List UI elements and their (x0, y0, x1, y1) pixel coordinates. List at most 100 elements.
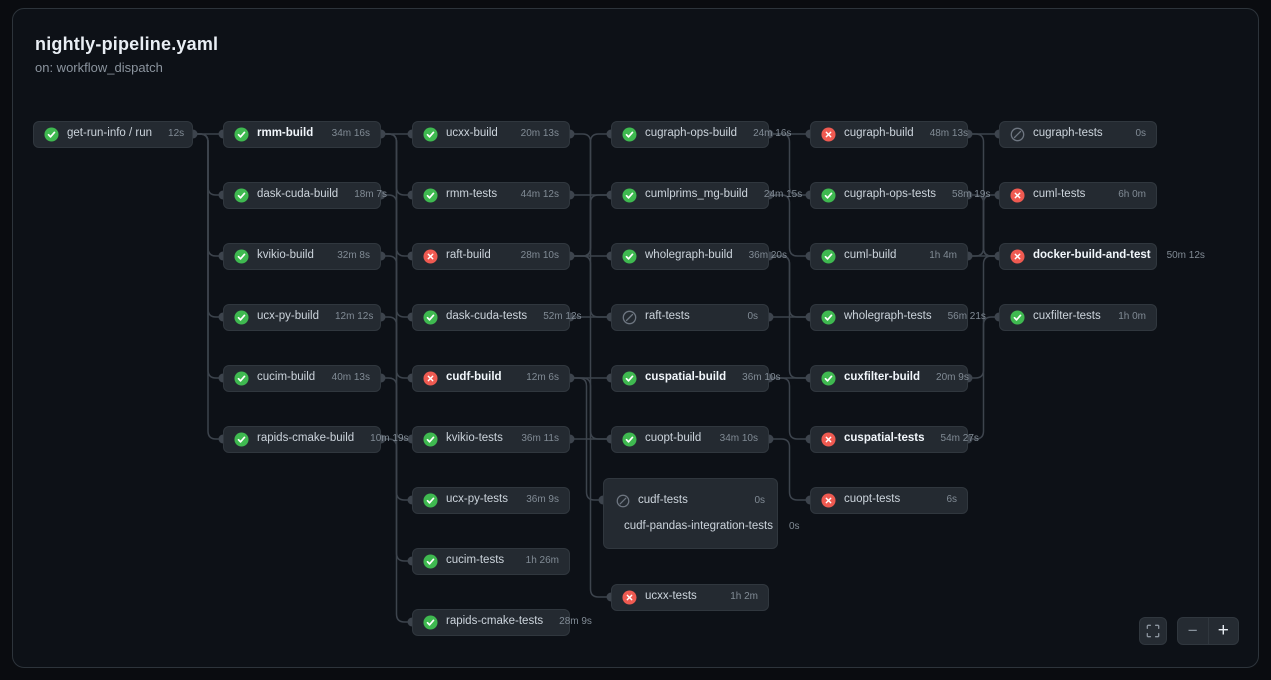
job-node-cuopt-build[interactable]: cuopt-build34m 10s (611, 426, 769, 453)
job-name: cugraph-tests (1033, 128, 1103, 140)
job-node-ucx-py-build[interactable]: ucx-py-build12m 12s (223, 304, 381, 331)
job-node-rmm-build[interactable]: rmm-build34m 16s (223, 121, 381, 148)
job-node-rapids-cmake-build[interactable]: rapids-cmake-build10m 19s (223, 426, 381, 453)
status-success-icon (234, 432, 249, 447)
status-success-icon (622, 249, 637, 264)
job-node-rapids-cmake-tests[interactable]: rapids-cmake-tests28m 9s (412, 609, 570, 636)
job-name: get-run-info / run (67, 128, 152, 140)
job-name: cuopt-tests (844, 494, 900, 506)
status-success-icon (423, 127, 438, 142)
status-success-icon (423, 432, 438, 447)
zoom-out-button[interactable]: − (1178, 618, 1209, 644)
status-success-icon (234, 127, 249, 142)
job-node-kvikio-tests[interactable]: kvikio-tests36m 11s (412, 426, 570, 453)
job-duration: 1h 2m (722, 592, 758, 602)
status-success-icon (821, 310, 836, 325)
job-duration: 0s (781, 522, 800, 532)
job-node-cugraph-ops-build[interactable]: cugraph-ops-build24m 16s (611, 121, 769, 148)
job-node-cuxfilter-tests[interactable]: cuxfilter-tests 1h 0m (999, 304, 1157, 331)
job-duration: 20m 13s (513, 129, 559, 139)
job-duration: 24m 15s (756, 190, 802, 200)
job-node-cucim-build[interactable]: cucim-build 40m 13s (223, 365, 381, 392)
job-node-raft-build[interactable]: raft-build28m 10s (412, 243, 570, 270)
job-duration: 36m 10s (734, 373, 780, 383)
zoom-in-button[interactable]: + (1209, 618, 1239, 644)
job-node-cugraph-build[interactable]: cugraph-build 48m 13s (810, 121, 968, 148)
job-node-cucim-tests[interactable]: cucim-tests1h 26m (412, 548, 570, 575)
job-node-raft-tests[interactable]: raft-tests0s (611, 304, 769, 331)
status-failure-icon (821, 127, 836, 142)
job-name: cuml-tests (1033, 189, 1085, 201)
job-name: rmm-tests (446, 189, 497, 201)
job-duration: 6h 0m (1110, 190, 1146, 200)
job-node-kvikio-build[interactable]: kvikio-build32m 8s (223, 243, 381, 270)
job-node-cuspatial-tests[interactable]: cuspatial-tests54m 27s (810, 426, 968, 453)
job-name: ucxx-tests (645, 591, 697, 603)
status-success-icon (622, 432, 637, 447)
workflow-trigger: on: workflow_dispatch (35, 60, 218, 75)
job-node-cuml-build[interactable]: cuml-build1h 4m (810, 243, 968, 270)
status-success-icon (234, 188, 249, 203)
job-node-wholegraph-tests[interactable]: wholegraph-tests56m 21s (810, 304, 968, 331)
job-name: cucim-build (257, 372, 315, 384)
job-name: raft-build (446, 250, 491, 262)
job-name: cudf-tests (638, 495, 688, 507)
status-success-icon (423, 493, 438, 508)
status-failure-icon (1010, 188, 1025, 203)
job-name: cumlprims_mg-build (645, 189, 748, 201)
job-duration: 24m 16s (745, 129, 791, 139)
job-duration: 36m 20s (741, 251, 787, 261)
status-success-icon (622, 127, 637, 142)
status-success-icon (423, 615, 438, 630)
status-skipped-icon (1010, 127, 1025, 142)
job-duration: 40m 13s (324, 373, 370, 383)
workflow-title: nightly-pipeline.yaml (35, 34, 218, 55)
status-skipped-icon (622, 310, 637, 325)
status-success-icon (44, 127, 59, 142)
job-node-ucx-py-tests[interactable]: ucx-py-tests36m 9s (412, 487, 570, 514)
job-duration: 56m 21s (940, 312, 986, 322)
job-node-cumlprims_mg-build[interactable]: cumlprims_mg-build24m 15s (611, 182, 769, 209)
job-node-cudf-pandas-integration-tests[interactable]: cudf-pandas-integration-tests0s (612, 514, 769, 540)
job-node-rmm-tests[interactable]: rmm-tests 44m 12s (412, 182, 570, 209)
job-duration: 12m 6s (518, 373, 559, 383)
job-node-cuxfilter-build[interactable]: cuxfilter-build20m 9s (810, 365, 968, 392)
job-name: cuspatial-tests (844, 433, 925, 445)
job-duration: 34m 16s (324, 129, 370, 139)
job-name: ucxx-build (446, 128, 498, 140)
job-node-cuml-tests[interactable]: cuml-tests 6h 0m (999, 182, 1157, 209)
job-node-cuspatial-build[interactable]: cuspatial-build36m 10s (611, 365, 769, 392)
job-node-cugraph-tests[interactable]: cugraph-tests0s (999, 121, 1157, 148)
job-name: cuxfilter-tests (1033, 311, 1101, 323)
job-node-wholegraph-build[interactable]: wholegraph-build36m 20s (611, 243, 769, 270)
fullscreen-icon (1146, 624, 1160, 638)
job-duration: 0s (739, 312, 758, 322)
status-failure-icon (622, 590, 637, 605)
job-name: cuopt-build (645, 433, 701, 445)
status-success-icon (423, 188, 438, 203)
status-success-icon (821, 188, 836, 203)
job-name: cuspatial-build (645, 372, 726, 384)
job-duration: 1h 0m (1110, 312, 1146, 322)
job-node-cudf-tests[interactable]: cudf-tests0s (612, 488, 769, 514)
job-duration: 20m 9s (928, 373, 969, 383)
status-success-icon (821, 249, 836, 264)
job-duration: 44m 12s (513, 190, 559, 200)
job-node-cuopt-tests[interactable]: cuopt-tests6s (810, 487, 968, 514)
job-node-dask-cuda-build[interactable]: dask-cuda-build18m 7s (223, 182, 381, 209)
job-duration: 12s (160, 129, 184, 139)
status-failure-icon (423, 371, 438, 386)
job-node-cugraph-ops-tests[interactable]: cugraph-ops-tests58m 19s (810, 182, 968, 209)
job-node-dask-cuda-tests[interactable]: dask-cuda-tests52m 12s (412, 304, 570, 331)
job-name: kvikio-tests (446, 433, 503, 445)
job-name: cugraph-build (844, 128, 914, 140)
job-node-get-run-info[interactable]: get-run-info / run 12s (33, 121, 193, 148)
job-node-ucxx-build[interactable]: ucxx-build 20m 13s (412, 121, 570, 148)
job-duration: 50m 12s (1159, 251, 1205, 261)
fullscreen-button[interactable] (1139, 617, 1167, 645)
nodes-layer: get-run-info / run 12s rmm-build34m 16s das… (0, 0, 1271, 680)
job-node-docker-build-and-test[interactable]: docker-build-and-test50m 12s (999, 243, 1157, 270)
job-node-cudf-build[interactable]: cudf-build12m 6s (412, 365, 570, 392)
job-duration: 48m 13s (922, 129, 968, 139)
job-node-ucxx-tests[interactable]: ucxx-tests 1h 2m (611, 584, 769, 611)
